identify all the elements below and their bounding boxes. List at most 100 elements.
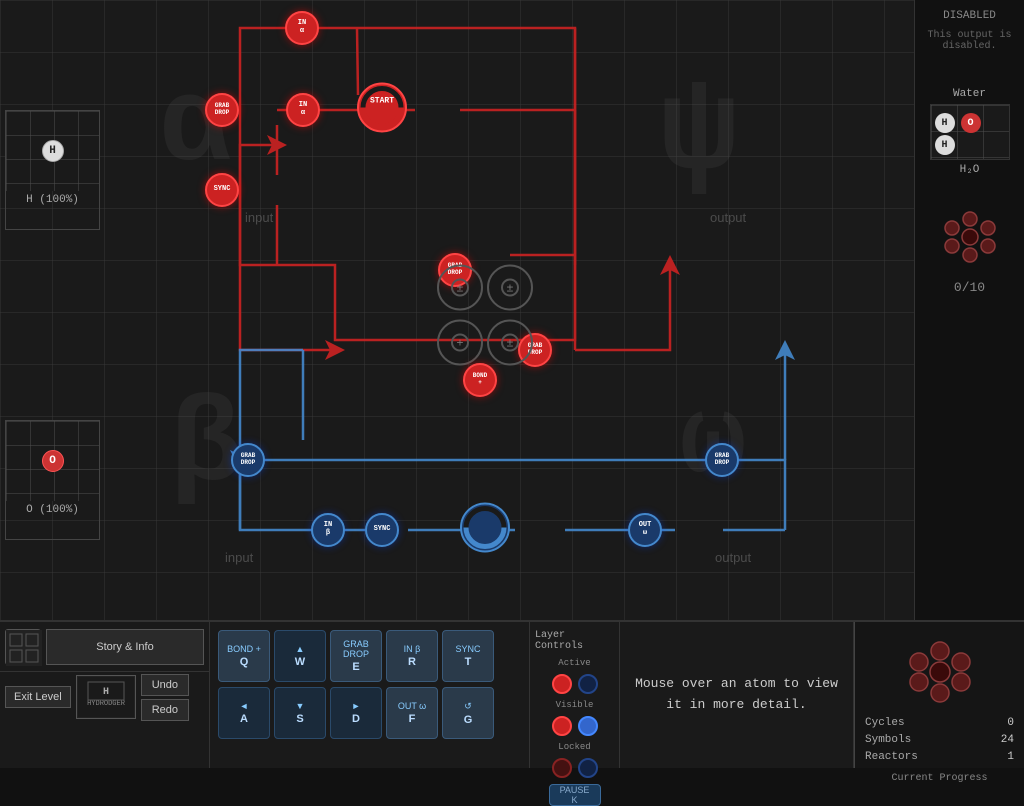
bond-gear-1: ± bbox=[435, 263, 485, 318]
oxygen-atom: O bbox=[42, 450, 64, 472]
node-in-alpha-2[interactable]: INα bbox=[286, 93, 320, 127]
input-panel-oxygen: O O (100%) bbox=[5, 420, 100, 540]
node-in-beta[interactable]: INβ bbox=[311, 513, 345, 547]
reactors-row: Reactors 1 bbox=[865, 751, 1014, 763]
locked-label: Locked bbox=[558, 742, 590, 752]
cycles-value: 0 bbox=[1007, 717, 1014, 729]
grab-drop-label: GRAB DROP bbox=[331, 639, 381, 659]
node-grab-drop-1[interactable]: GRABDROP bbox=[205, 93, 239, 127]
input-panel-hydrogen: H H (100%) bbox=[5, 110, 100, 230]
up-arrow-button[interactable]: ▲ W bbox=[274, 630, 326, 682]
cycles-row: Cycles 0 bbox=[865, 717, 1014, 729]
left-arrow-button[interactable]: ◄ A bbox=[218, 687, 270, 739]
a-key: A bbox=[240, 713, 248, 725]
node-sync-blue[interactable]: SYNC bbox=[365, 513, 399, 547]
water-h2: H bbox=[935, 135, 955, 155]
down-arrow-button[interactable]: ▼ S bbox=[274, 687, 326, 739]
node-grab-drop-blue-1[interactable]: GRABDROP bbox=[231, 443, 265, 477]
water-o: O bbox=[961, 113, 981, 133]
w-key: W bbox=[295, 656, 305, 668]
symbols-row: Symbols 24 bbox=[865, 734, 1014, 746]
disabled-text: This output is disabled. bbox=[920, 30, 1019, 52]
left-arrow-icon: ◄ bbox=[240, 701, 249, 711]
rotate-button[interactable]: ↺ G bbox=[442, 687, 494, 739]
bond-plus-label: BOND + bbox=[227, 644, 261, 654]
keyboard-area: BOND + Q ▲ W GRAB DROP E IN β R SYNC T ◄ bbox=[210, 622, 530, 768]
svg-text:±: ± bbox=[456, 282, 463, 296]
sync-label: SYNC bbox=[455, 644, 480, 654]
visible-label: Visible bbox=[556, 700, 594, 710]
start-node-blue[interactable] bbox=[458, 501, 512, 560]
grab-drop-button[interactable]: GRAB DROP E bbox=[330, 630, 382, 682]
pause-button[interactable]: PAUSEK bbox=[549, 784, 601, 806]
layer-red-locked[interactable] bbox=[552, 758, 572, 778]
bond-gear-2: ± bbox=[485, 263, 535, 318]
node-in-alpha-top[interactable]: INα bbox=[285, 11, 319, 45]
sync-button[interactable]: SYNC T bbox=[442, 630, 494, 682]
q-key: Q bbox=[240, 656, 249, 668]
svg-text:±: ± bbox=[506, 337, 513, 351]
layer-controls: Layer Controls Active Visible Locked PAU… bbox=[530, 622, 620, 768]
start-node-red[interactable]: START bbox=[355, 81, 409, 140]
redo-button[interactable]: Redo bbox=[141, 699, 189, 721]
info-panel: Mouse over an atom to view it in more de… bbox=[620, 622, 854, 768]
symbols-label: Symbols bbox=[865, 734, 911, 746]
symbols-value: 24 bbox=[1001, 734, 1014, 746]
warp-icon bbox=[5, 629, 41, 665]
bond-plus-button[interactable]: BOND + Q bbox=[218, 630, 270, 682]
node-sync-red[interactable]: SYNC bbox=[205, 173, 239, 207]
layer-red-active[interactable] bbox=[552, 674, 572, 694]
t-key: T bbox=[465, 656, 472, 668]
d-key: D bbox=[352, 713, 360, 725]
active-label: Active bbox=[558, 658, 590, 668]
right-arrow-button[interactable]: ► D bbox=[330, 687, 382, 739]
oxygen-label: O (100%) bbox=[6, 501, 99, 519]
layer-blue-inactive[interactable] bbox=[578, 674, 598, 694]
svg-text:±: ± bbox=[506, 282, 513, 296]
reactors-value: 1 bbox=[1007, 751, 1014, 763]
product-flower-icon bbox=[940, 207, 1000, 267]
in-beta-button[interactable]: IN β R bbox=[386, 630, 438, 682]
layer-controls-title: Layer Controls bbox=[535, 630, 614, 652]
layer-blue-locked[interactable] bbox=[578, 758, 598, 778]
svg-text:H: H bbox=[103, 687, 109, 698]
water-section: Water H O H H₂O bbox=[920, 88, 1019, 176]
down-arrow-icon: ▼ bbox=[296, 701, 305, 711]
svg-text:+: + bbox=[456, 337, 463, 351]
out-omega-button[interactable]: OUT ω F bbox=[386, 687, 438, 739]
hydrodger-display: HYDRODGER H bbox=[76, 675, 136, 719]
label-output-bot: output bbox=[715, 550, 751, 565]
game-area[interactable]: α ψ β ω input output input output bbox=[0, 0, 1024, 620]
story-info-button[interactable]: Story & Info bbox=[46, 629, 204, 665]
node-bond-plus[interactable]: BOND+ bbox=[463, 363, 497, 397]
reactors-label: Reactors bbox=[865, 751, 918, 763]
r-key: R bbox=[408, 656, 416, 668]
layer-blue-visible[interactable] bbox=[578, 716, 598, 736]
rotate-icon: ↺ bbox=[464, 701, 472, 712]
cycles-label: Cycles bbox=[865, 717, 905, 729]
g-key: G bbox=[464, 714, 473, 726]
current-progress-label: Current Progress bbox=[891, 773, 987, 784]
up-arrow-icon: ▲ bbox=[296, 644, 305, 654]
stats-flower-icon bbox=[905, 637, 975, 707]
f-key: F bbox=[409, 713, 416, 725]
svg-text:HYDRODGER: HYDRODGER bbox=[87, 700, 126, 708]
svg-text:START: START bbox=[370, 97, 394, 106]
in-beta-label: IN β bbox=[404, 644, 421, 654]
layer-red-visible[interactable] bbox=[552, 716, 572, 736]
label-input-bot: input bbox=[225, 550, 253, 565]
bottom-left-panel: Story & Info Exit Level HYDRODGER H Undo… bbox=[0, 622, 210, 768]
info-text: Mouse over an atom to view it in more de… bbox=[630, 674, 843, 716]
bottom-toolbar: Story & Info Exit Level HYDRODGER H Undo… bbox=[0, 620, 1024, 768]
water-grid: H O H bbox=[930, 104, 1010, 160]
stats-panel: Cycles 0 Symbols 24 Reactors 1 Current P… bbox=[854, 622, 1024, 768]
water-h1: H bbox=[935, 113, 955, 133]
e-key: E bbox=[352, 661, 359, 673]
out-omega-label: OUT ω bbox=[398, 701, 426, 711]
undo-button[interactable]: Undo bbox=[141, 674, 189, 696]
hydrogen-atom: H bbox=[42, 140, 64, 162]
exit-level-button[interactable]: Exit Level bbox=[5, 686, 71, 708]
bond-gear-4: ± bbox=[485, 318, 535, 373]
node-out-omega[interactable]: OUTω bbox=[628, 513, 662, 547]
node-grab-drop-blue-2[interactable]: GRABDROP bbox=[705, 443, 739, 477]
